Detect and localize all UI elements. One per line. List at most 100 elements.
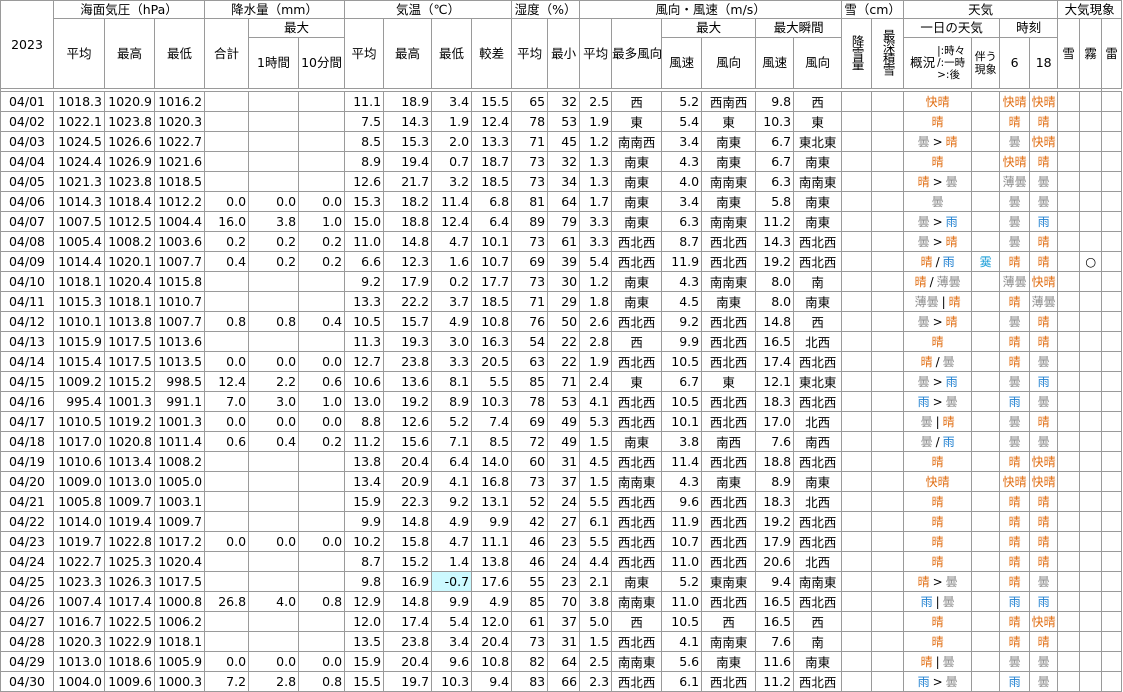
snowdepth-cell xyxy=(871,411,905,432)
accomp-cell xyxy=(971,311,1001,332)
date-cell: 04/01 xyxy=(0,91,54,112)
weather-18-cell: 曇 xyxy=(1029,431,1059,452)
weather-18-cell: 晴 xyxy=(1029,311,1059,332)
summary-cell: 晴 xyxy=(903,451,973,472)
snowfall-cell xyxy=(841,571,873,592)
snowdepth-cell xyxy=(871,131,905,152)
precip-10m-cell xyxy=(298,171,346,192)
weather-word: 晴 xyxy=(945,315,958,329)
temp-avg-cell: 9.9 xyxy=(344,511,385,532)
phenom-snow-cell xyxy=(1057,351,1081,372)
wind-inst-speed-cell: 8.0 xyxy=(755,291,795,312)
weather-word: 晴 xyxy=(1008,575,1021,589)
precip-total-cell xyxy=(204,291,250,312)
wind-max-dir-cell: 西北西 xyxy=(701,671,757,692)
temp-range-cell: 20.4 xyxy=(471,631,513,652)
pressure-high-cell: 1012.5 xyxy=(104,211,155,232)
pressure-low-cell: 1003.6 xyxy=(153,231,206,252)
date-cell: 04/18 xyxy=(0,431,54,452)
wind-max-dir-cell: 西北西 xyxy=(701,231,757,252)
accomp-cell xyxy=(971,131,1001,152)
wind-inst-speed-header: 風速 xyxy=(755,37,795,89)
wind-most-dir-cell: 西北西 xyxy=(611,551,663,572)
precip-10m-cell: 0.0 xyxy=(298,351,346,372)
summary-cell: 雨 > 曇 xyxy=(903,391,973,412)
date-cell: 04/05 xyxy=(0,171,54,192)
table-row: 04/15 1009.2 1015.2 998.5 12.4 2.2 0.6 10.6 13.6… xyxy=(0,371,1123,392)
snowfall-cell xyxy=(841,491,873,512)
humid-avg-cell: 76 xyxy=(511,311,549,332)
weather-18-cell: 晴 xyxy=(1029,151,1059,172)
weather-word: 晴 xyxy=(948,295,961,309)
table-row: 04/13 1015.9 1017.5 1013.6 11.3 19.3 3.0 16.3 54… xyxy=(0,331,1123,352)
wind-inst-speed-cell: 7.6 xyxy=(755,431,795,452)
temp-high-cell: 12.6 xyxy=(383,411,433,432)
temp-low-cell: 3.2 xyxy=(431,171,473,192)
wind-avg-cell: 1.9 xyxy=(579,111,613,132)
temp-high-cell: 19.3 xyxy=(383,331,433,352)
humid-avg-cell: 72 xyxy=(511,431,549,452)
snowfall-cell xyxy=(841,451,873,472)
weather-word: 快晴 xyxy=(925,475,950,489)
temp-low-cell: 4.7 xyxy=(431,231,473,252)
table-row: 04/29 1013.0 1018.6 1005.9 0.0 0.0 0.0 15.9 20.4… xyxy=(0,651,1123,672)
wind-most-dir-header: 最多風向 xyxy=(611,18,663,89)
precip-total-cell: 0.0 xyxy=(204,351,250,372)
wind-most-dir-cell: 西北西 xyxy=(611,411,663,432)
date-cell: 04/21 xyxy=(0,491,54,512)
year-header: 2023 xyxy=(0,0,54,89)
humid-avg-cell: 71 xyxy=(511,131,549,152)
wind-avg-cell: 5.0 xyxy=(579,611,613,632)
weather-word: 雨 xyxy=(942,435,955,449)
snowdepth-cell xyxy=(871,651,905,672)
weather-18-cell: 晴 xyxy=(1029,511,1059,532)
precip-10m-cell xyxy=(298,151,346,172)
wind-most-dir-cell: 西北西 xyxy=(611,231,663,252)
phenom-thunder-cell xyxy=(1101,311,1123,332)
wind-inst-dir-cell: 南 xyxy=(793,271,843,292)
wind-most-dir-cell: 西北西 xyxy=(611,511,663,532)
snowfall-cell xyxy=(841,151,873,172)
pressure-high-cell: 1020.9 xyxy=(104,91,155,112)
temp-low-cell: 0.2 xyxy=(431,271,473,292)
phenom-fog-cell xyxy=(1079,351,1103,372)
summary-legend: |:時々 /:一時 >:後 xyxy=(937,45,966,81)
wind-max-dir-cell: 西北西 xyxy=(701,551,757,572)
phenom-thunder-cell xyxy=(1101,431,1123,452)
weather-18-cell: 晴 xyxy=(1029,411,1059,432)
weather-word: 晴 xyxy=(1008,615,1021,629)
wind-most-dir-cell: 西北西 xyxy=(611,251,663,272)
time-header: 時刻 xyxy=(999,18,1059,38)
humid-avg-cell: 69 xyxy=(511,251,549,272)
wind-max-dir-cell: 東南東 xyxy=(701,571,757,592)
wind-max-speed-cell: 6.3 xyxy=(661,211,703,232)
wind-avg-cell: 3.8 xyxy=(579,591,613,612)
pressure-avg-cell: 995.4 xyxy=(53,391,105,412)
wind-inst-speed-cell: 8.9 xyxy=(755,471,795,492)
phenom-thunder-cell xyxy=(1101,171,1123,192)
precip-total-cell: 26.8 xyxy=(204,591,250,612)
wind-inst-dir-cell: 南東 xyxy=(793,151,843,172)
weather-word: 晴 xyxy=(1008,255,1021,269)
temp-high-header: 最高 xyxy=(383,18,433,89)
temp-high-cell: 16.9 xyxy=(383,571,433,592)
wind-avg-cell: 1.5 xyxy=(579,431,613,452)
weather-word: 曇 xyxy=(1008,215,1021,229)
wind-max-dir-cell: 西北西 xyxy=(701,251,757,272)
humid-avg-cell: 73 xyxy=(511,471,549,492)
wind-max-dir-cell: 南東 xyxy=(701,651,757,672)
wind-max-dir-cell: 東 xyxy=(701,371,757,392)
phenom-fog-cell xyxy=(1079,211,1103,232)
table-row: 04/28 1020.3 1022.9 1018.1 13.5 23.8 3.4 20.4 73… xyxy=(0,631,1123,652)
weather-word: 曇 xyxy=(1037,395,1050,409)
temp-low-cell: 4.9 xyxy=(431,511,473,532)
temp-avg-cell: 15.0 xyxy=(344,211,385,232)
weather-word: 晴 xyxy=(1008,115,1021,129)
humid-avg-cell: 46 xyxy=(511,551,549,572)
pressure-high-cell: 1022.8 xyxy=(104,531,155,552)
temp-range-cell: 18.5 xyxy=(471,171,513,192)
snowfall-cell xyxy=(841,551,873,572)
temp-high-cell: 23.8 xyxy=(383,351,433,372)
wind-max-dir-cell: 西南西 xyxy=(701,91,757,112)
temp-high-cell: 15.6 xyxy=(383,431,433,452)
